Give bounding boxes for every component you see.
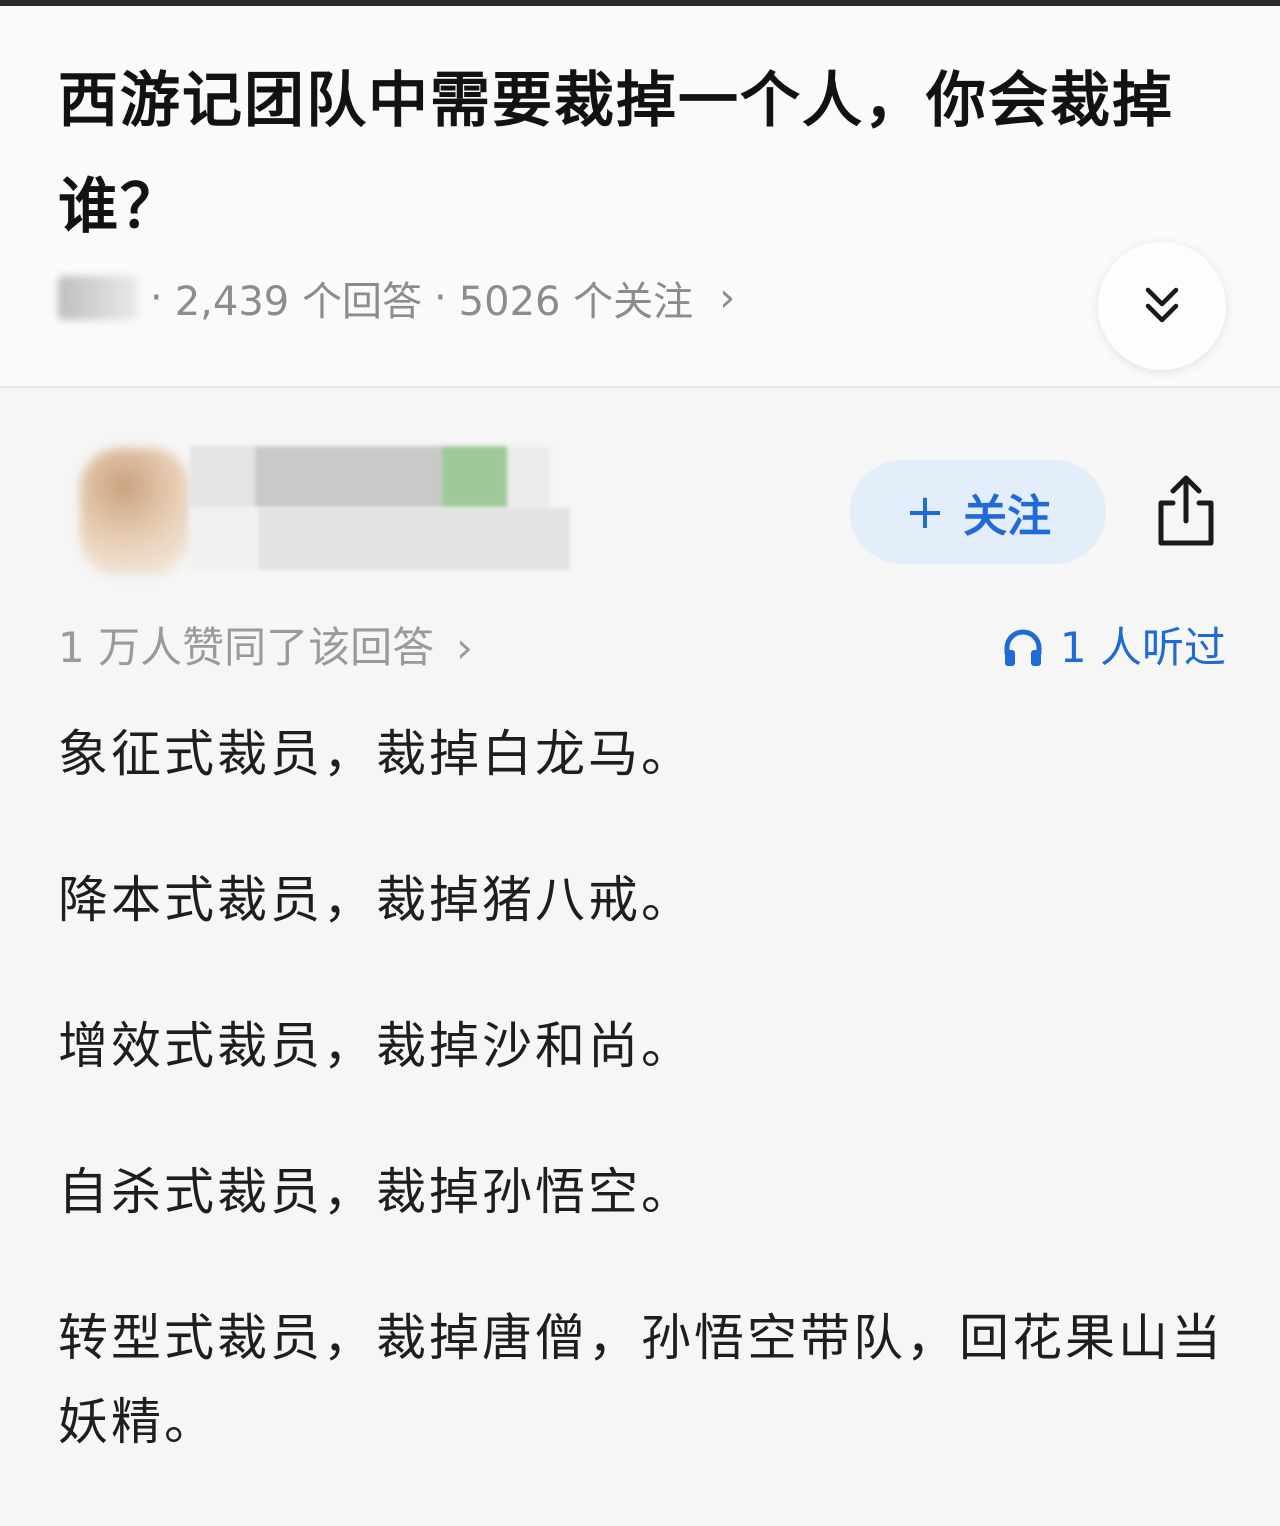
double-chevron-down-icon: [1145, 287, 1179, 323]
chevron-right-icon: ›: [719, 275, 736, 321]
chevron-right-icon: ›: [456, 623, 473, 672]
answer-paragraph: 增效式裁员，裁掉沙和尚。: [58, 1017, 694, 1075]
answer-stats: 1 万人赞同了该回答 › 1 人听过: [0, 618, 1280, 678]
answer-content: 象征式裁员，裁掉白龙马。 降本式裁员，裁掉猪八戒。 增效式裁员，裁掉沙和尚。 自…: [58, 712, 1228, 1526]
answer-count: 2,439 个回答: [174, 279, 422, 325]
follower-count: 5026 个关注: [458, 279, 694, 325]
follow-button[interactable]: + 关注: [850, 460, 1106, 564]
listen-label: 1 人听过: [1059, 623, 1226, 672]
listen-count[interactable]: 1 人听过: [1002, 618, 1226, 678]
question-title[interactable]: 西游记团队中需要裁掉一个人，你会裁掉谁？: [58, 48, 1218, 260]
author-bio-blurred: [190, 508, 570, 570]
author-name-blurred[interactable]: [190, 446, 550, 508]
question-header: 西游记团队中需要裁掉一个人，你会裁掉谁？ 知乎 · 2,439 个回答 · 50…: [0, 6, 1280, 388]
agree-count[interactable]: 1 万人赞同了该回答 ›: [58, 618, 473, 678]
answer-paragraph: 象征式裁员，裁掉白龙马。: [58, 725, 694, 783]
answer-paragraph: 降本式裁员，裁掉猪八戒。: [58, 871, 694, 929]
answer-paragraph: 转型式裁员，裁掉唐僧，孙悟空带队，回花果山当妖精。: [58, 1309, 1224, 1451]
plus-icon: +: [904, 484, 946, 540]
avatar[interactable]: [80, 448, 190, 576]
headphones-icon: [1002, 628, 1044, 668]
author-row: + 关注: [0, 430, 1280, 600]
agree-label: 1 万人赞同了该回答: [58, 623, 435, 672]
share-icon: [1158, 475, 1214, 546]
collapse-button[interactable]: [1098, 242, 1226, 370]
question-meta[interactable]: 知乎 · 2,439 个回答 · 5026 个关注 ›: [58, 268, 735, 328]
meta-separator: ·: [150, 275, 163, 321]
follow-label: 关注: [963, 491, 1052, 542]
source-blurred: 知乎: [58, 276, 138, 320]
share-button[interactable]: [1146, 466, 1226, 556]
answer-paragraph: 自杀式裁员，裁掉孙悟空。: [58, 1163, 694, 1221]
meta-separator: ·: [433, 275, 447, 321]
